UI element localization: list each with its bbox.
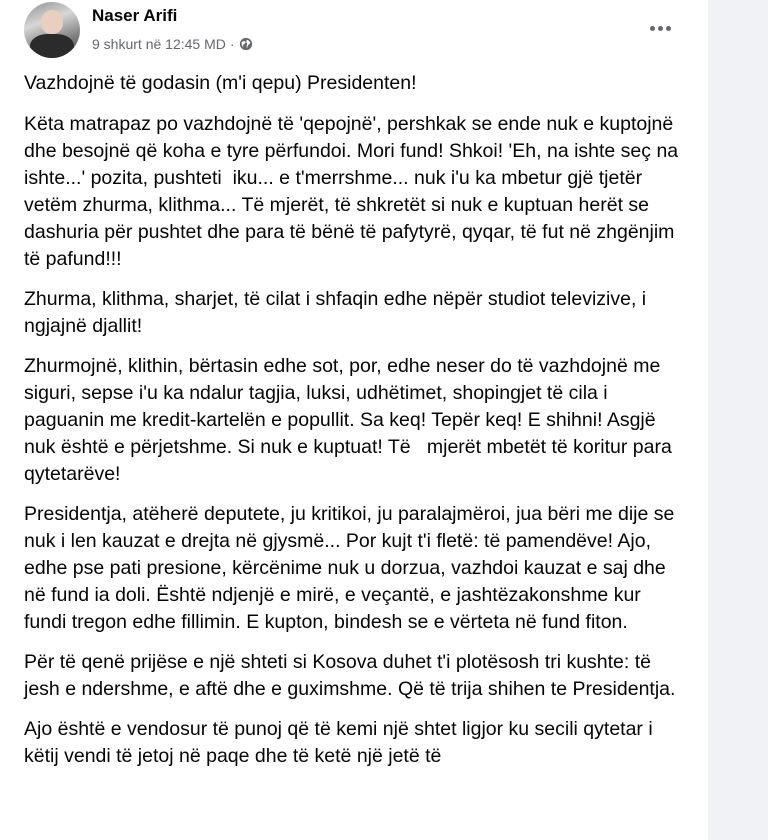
post-paragraph: Për të qenë prijëse e një shteti si Koso… <box>24 651 676 700</box>
more-dot <box>649 25 655 31</box>
post-paragraph: Zhurmojnë, klithin, bërtasin edhe sot, p… <box>24 355 678 485</box>
post-meta: 9 shkurt në 12:45 MD · <box>92 36 253 52</box>
meta-separator: · <box>229 36 235 52</box>
post-body: Vazhdojnë të godasin (m'i qepu) Presiden… <box>24 70 684 783</box>
globe-icon[interactable] <box>239 37 253 51</box>
post-paragraph: Vazhdojnë të godasin (m'i qepu) Presiden… <box>24 72 417 94</box>
avatar-body <box>30 34 74 58</box>
more-dot <box>665 25 671 31</box>
post-header: Naser Arifi 9 shkurt në 12:45 MD · <box>0 0 708 66</box>
post-paragraph: Zhurma, klithma, sharjet, të cilat i shf… <box>24 288 652 337</box>
author-avatar[interactable] <box>24 2 80 58</box>
more-dot <box>657 25 663 31</box>
post-paragraph: Këta matrapaz po vazhdojnë të 'qepojnë',… <box>24 113 684 270</box>
more-options-icon[interactable] <box>640 14 680 42</box>
post-paragraph: Ajo është e vendosur të punoj që të kemi… <box>24 718 659 767</box>
author-name[interactable]: Naser Arifi <box>92 6 177 26</box>
post-card: Naser Arifi 9 shkurt në 12:45 MD · Vazhd… <box>0 0 708 840</box>
post-date[interactable]: 9 shkurt në 12:45 MD <box>92 36 226 52</box>
post-paragraph: Presidentja, atëherë deputete, ju kritik… <box>24 503 680 633</box>
avatar-face <box>41 10 63 34</box>
